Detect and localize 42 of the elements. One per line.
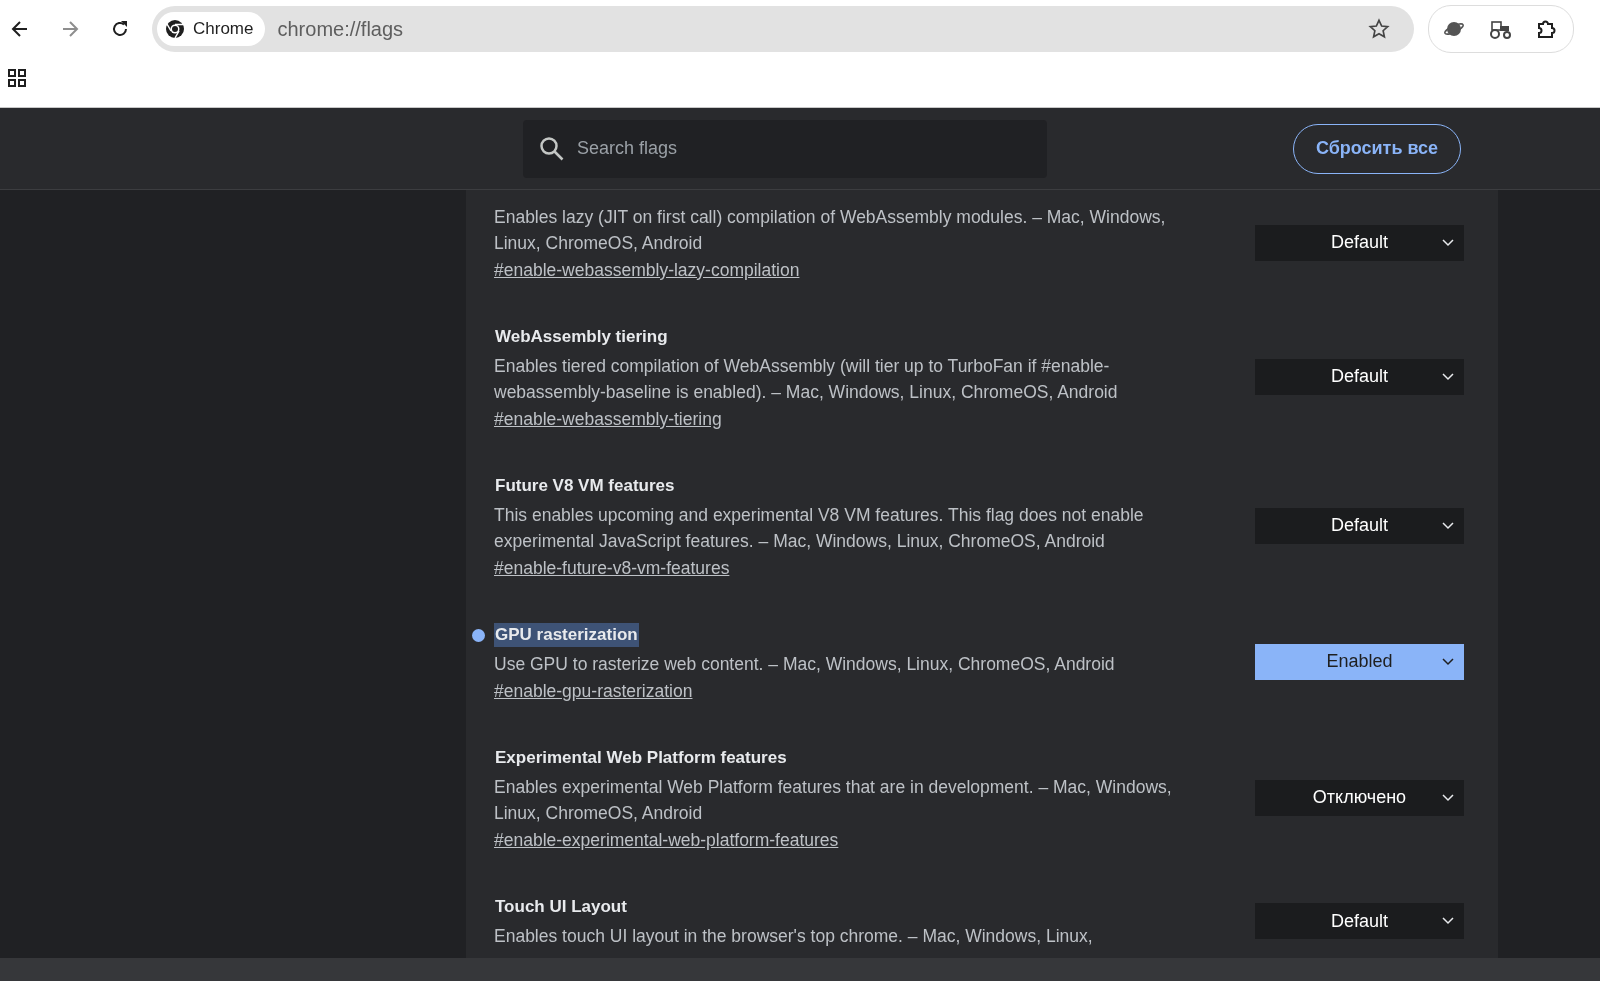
star-icon[interactable]	[1368, 18, 1390, 40]
search-input[interactable]: Search flags	[575, 137, 1019, 160]
chevron-down-icon	[1442, 372, 1454, 381]
flag-select[interactable]: Default	[1255, 358, 1464, 395]
flag-link[interactable]: #enable-webassembly-tiering	[494, 409, 722, 430]
flag-link[interactable]: #enable-experimental-web-platform-features	[494, 830, 839, 851]
flag-description: Enables tiered compilation of WebAssembly (will tier up to TurboFan if #enable-webassembly-baseline is enabled). – Mac, Windows, Linux, ChromeOS, Android	[494, 355, 1119, 404]
reload-icon[interactable]	[110, 19, 130, 39]
flag-link[interactable]: #enable-webassembly-lazy-compilation	[494, 260, 800, 281]
back-icon[interactable]	[10, 19, 30, 39]
flag-description: Enables experimental Web Platform features that are in development. – Mac, Windows, Linux, ChromeOS, Android	[494, 776, 1173, 825]
flag-title: Touch UI Layout	[494, 896, 628, 918]
apps-grid-icon[interactable]	[7, 68, 27, 88]
flag-title: Future V8 VM features	[494, 475, 676, 497]
flag-select[interactable]: Enabled	[1255, 643, 1464, 680]
flag-select[interactable]: Default	[1255, 507, 1464, 544]
chevron-down-icon	[1442, 238, 1454, 247]
url-text: chrome://flags	[277, 17, 405, 41]
flag-link[interactable]: #enable-gpu-rasterization	[494, 681, 693, 702]
flag-description: This enables upcoming and experimental V8 VM features. This flag does not enable experimental JavaScript features. – Mac, Windows, Linux, ChromeOS, Android	[494, 504, 1145, 553]
forward-icon[interactable]	[60, 19, 80, 39]
flag-select[interactable]: Отключено	[1255, 779, 1464, 816]
flag-description: Enables lazy (JIT on first call) compilation of WebAssembly modules. – Mac, Windows, Linux, ChromeOS, Android	[494, 206, 1167, 255]
flag-title: GPU rasterization	[494, 623, 639, 647]
chevron-down-icon	[1442, 521, 1454, 530]
flag-select[interactable]: Default	[1255, 224, 1464, 261]
search-icon	[539, 135, 565, 162]
chevron-down-icon	[1442, 917, 1454, 925]
flag-select[interactable]: Default	[1255, 903, 1464, 939]
flag-title: Experimental Web Platform features	[494, 747, 788, 769]
chevron-down-icon	[1442, 793, 1454, 802]
flag-description: Enables touch UI layout in the browser's top chrome. – Mac, Windows, Linux,	[494, 925, 1094, 948]
flag-description: Use GPU to rasterize web content. – Mac, Windows, Linux, ChromeOS, Android	[494, 653, 1116, 676]
search-field[interactable]: Search flags	[523, 119, 1047, 178]
site-chip[interactable]: Chrome	[157, 12, 266, 46]
browser-logo-icon	[165, 19, 185, 39]
reset-all-button[interactable]: Сбросить все	[1293, 123, 1461, 174]
address-bar[interactable]: Chrome chrome://flags	[152, 6, 1414, 52]
flag-title: WebAssembly tiering	[494, 326, 669, 348]
tractor-icon[interactable]	[1487, 18, 1513, 40]
flag-link[interactable]: #enable-future-v8-vm-features	[494, 558, 730, 579]
chevron-down-icon	[1442, 657, 1454, 666]
